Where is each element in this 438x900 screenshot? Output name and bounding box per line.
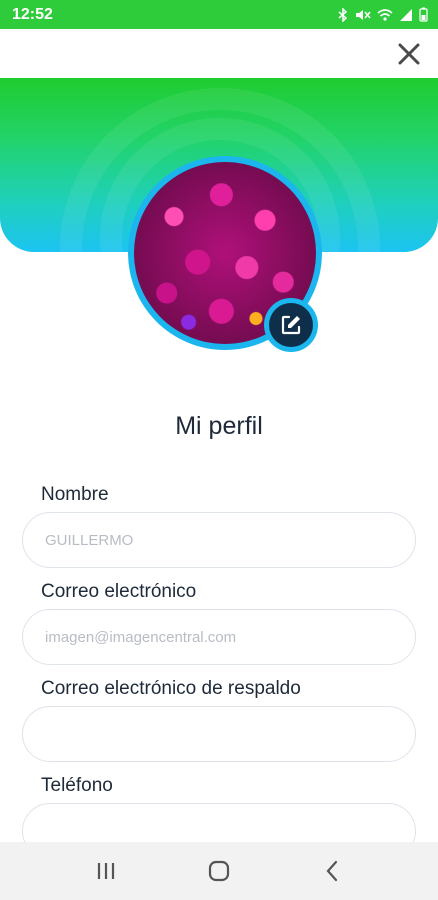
back-button[interactable] <box>312 851 352 891</box>
home-button[interactable] <box>199 851 239 891</box>
signal-icon <box>400 8 412 21</box>
top-bar <box>0 29 438 78</box>
email-field[interactable] <box>22 609 416 665</box>
phone-label: Teléfono <box>41 775 113 796</box>
status-bar: 12:52 <box>0 0 438 29</box>
back-icon <box>326 860 337 882</box>
bluetooth-icon <box>338 7 348 22</box>
edit-icon <box>281 315 301 335</box>
page-title: Mi perfil <box>175 412 263 440</box>
close-button[interactable] <box>394 39 424 69</box>
name-field[interactable] <box>22 512 416 568</box>
close-icon <box>398 43 420 65</box>
edit-badge-inner <box>269 303 313 347</box>
backup-email-label: Correo electrónico de respaldo <box>41 678 301 699</box>
status-time: 12:52 <box>12 5 53 23</box>
email-label: Correo electrónico <box>41 581 197 602</box>
recent-apps-button[interactable] <box>86 851 126 891</box>
wifi-icon <box>377 8 393 21</box>
name-label: Nombre <box>41 484 109 505</box>
battery-icon <box>419 7 428 22</box>
backup-email-field[interactable] <box>22 706 416 762</box>
recent-apps-icon <box>98 863 115 879</box>
status-icons <box>337 7 428 22</box>
navigation-bar <box>0 842 438 900</box>
home-icon <box>208 860 230 882</box>
edit-avatar-button[interactable] <box>264 298 318 352</box>
mute-icon <box>356 9 371 20</box>
